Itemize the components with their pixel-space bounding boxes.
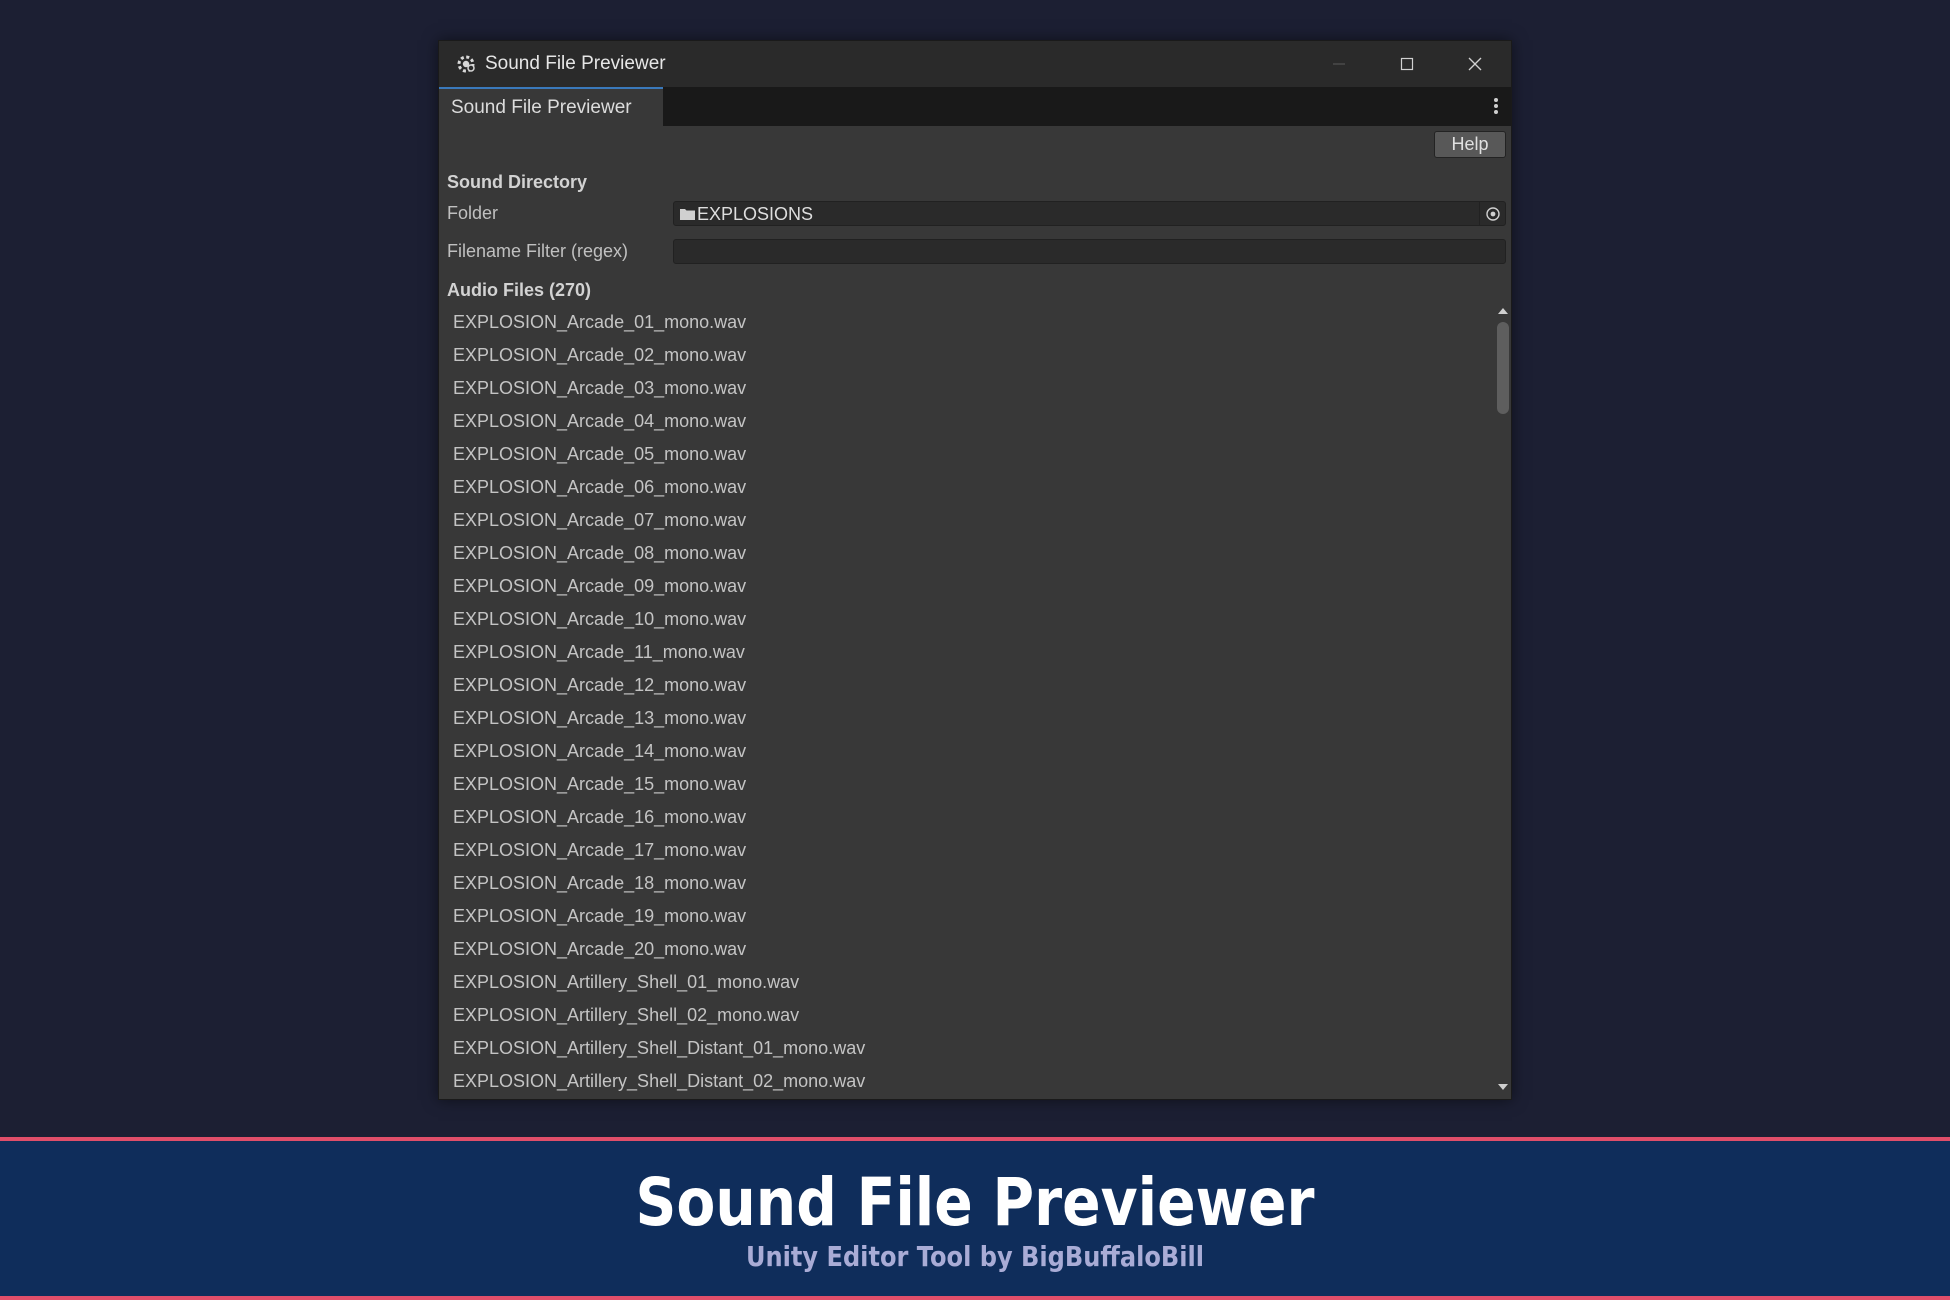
audio-file-item[interactable]: EXPLOSION_Arcade_16_mono.wav <box>443 801 1495 834</box>
help-button[interactable]: Help <box>1434 131 1506 158</box>
scrollbar-thumb[interactable] <box>1497 322 1509 414</box>
audio-file-item[interactable]: EXPLOSION_Arcade_05_mono.wav <box>443 438 1495 471</box>
sound-file-previewer-window: Sound File Previewer Sound File Previewe… <box>438 40 1512 1100</box>
audio-file-item[interactable]: EXPLOSION_Arcade_01_mono.wav <box>443 306 1495 339</box>
audio-file-item[interactable]: EXPLOSION_Arcade_11_mono.wav <box>443 636 1495 669</box>
folder-icon <box>680 209 695 220</box>
audio-file-item[interactable]: EXPLOSION_Arcade_17_mono.wav <box>443 834 1495 867</box>
audio-file-item[interactable]: EXPLOSION_Arcade_14_mono.wav <box>443 735 1495 768</box>
banner-subtitle: Unity Editor Tool by BigBuffaloBill <box>745 1240 1205 1273</box>
tab-bar: Sound File Previewer <box>439 87 1511 126</box>
window-title: Sound File Previewer <box>485 53 666 74</box>
maximize-button[interactable] <box>1373 41 1441 87</box>
audio-files-header: Audio Files (270) <box>447 280 592 300</box>
scroll-up-icon[interactable] <box>1498 308 1508 314</box>
audio-file-item[interactable]: EXPLOSION_Arcade_15_mono.wav <box>443 768 1495 801</box>
audio-file-item[interactable]: EXPLOSION_Artillery_Shell_Distant_02_mon… <box>443 1065 1495 1096</box>
audio-file-item[interactable]: EXPLOSION_Arcade_08_mono.wav <box>443 537 1495 570</box>
audio-file-item[interactable]: EXPLOSION_Artillery_Shell_Distant_01_mon… <box>443 1032 1495 1065</box>
audio-file-item[interactable]: EXPLOSION_Arcade_02_mono.wav <box>443 339 1495 372</box>
folder-label: Folder <box>447 203 499 223</box>
audio-file-item[interactable]: EXPLOSION_Artillery_Shell_01_mono.wav <box>443 966 1495 999</box>
audio-file-item[interactable]: EXPLOSION_Arcade_19_mono.wav <box>443 900 1495 933</box>
folder-value: EXPLOSIONS <box>697 204 814 224</box>
window-titlebar[interactable]: Sound File Previewer <box>439 41 1511 87</box>
scroll-down-icon[interactable] <box>1498 1084 1508 1090</box>
audio-file-item[interactable]: EXPLOSION_Arcade_07_mono.wav <box>443 504 1495 537</box>
audio-file-item[interactable]: EXPLOSION_Artillery_Shell_02_mono.wav <box>443 999 1495 1032</box>
minimize-button[interactable] <box>1305 41 1373 87</box>
filename-filter-label: Filename Filter (regex) <box>447 241 629 261</box>
file-list-scrollbar[interactable] <box>1495 306 1511 1096</box>
tab-label: Sound File Previewer <box>451 97 632 118</box>
close-button[interactable] <box>1441 41 1509 87</box>
audio-file-item[interactable]: EXPLOSION_Arcade_03_mono.wav <box>443 372 1495 405</box>
audio-file-item[interactable]: EXPLOSION_Arcade_18_mono.wav <box>443 867 1495 900</box>
close-icon <box>1468 57 1482 71</box>
sound-directory-header: Sound Directory <box>447 172 588 192</box>
audio-file-item[interactable]: EXPLOSION_Arcade_20_mono.wav <box>443 933 1495 966</box>
audio-file-item[interactable]: EXPLOSION_Arcade_13_mono.wav <box>443 702 1495 735</box>
folder-field[interactable]: EXPLOSIONS <box>673 201 1506 226</box>
unity-gear-icon <box>457 55 475 73</box>
kebab-menu-icon[interactable] <box>1491 95 1501 117</box>
minimize-icon <box>1333 63 1345 65</box>
audio-file-item[interactable]: EXPLOSION_Arcade_04_mono.wav <box>443 405 1495 438</box>
banner-title: Sound File Previewer <box>635 1164 1315 1241</box>
maximize-icon <box>1400 57 1414 71</box>
audio-file-item[interactable]: EXPLOSION_Arcade_10_mono.wav <box>443 603 1495 636</box>
audio-file-item[interactable]: EXPLOSION_Arcade_09_mono.wav <box>443 570 1495 603</box>
object-picker-icon <box>1485 206 1500 221</box>
object-picker-button[interactable] <box>1479 202 1505 225</box>
promo-banner: Sound File Previewer Unity Editor Tool b… <box>0 1137 1950 1300</box>
audio-file-item[interactable]: EXPLOSION_Arcade_06_mono.wav <box>443 471 1495 504</box>
audio-file-list[interactable]: EXPLOSION_Arcade_01_mono.wav EXPLOSION_Ar… <box>443 306 1495 1096</box>
audio-file-item[interactable]: EXPLOSION_Arcade_12_mono.wav <box>443 669 1495 702</box>
tab-sound-file-previewer[interactable]: Sound File Previewer <box>439 87 663 126</box>
filename-filter-input[interactable] <box>673 239 1506 264</box>
